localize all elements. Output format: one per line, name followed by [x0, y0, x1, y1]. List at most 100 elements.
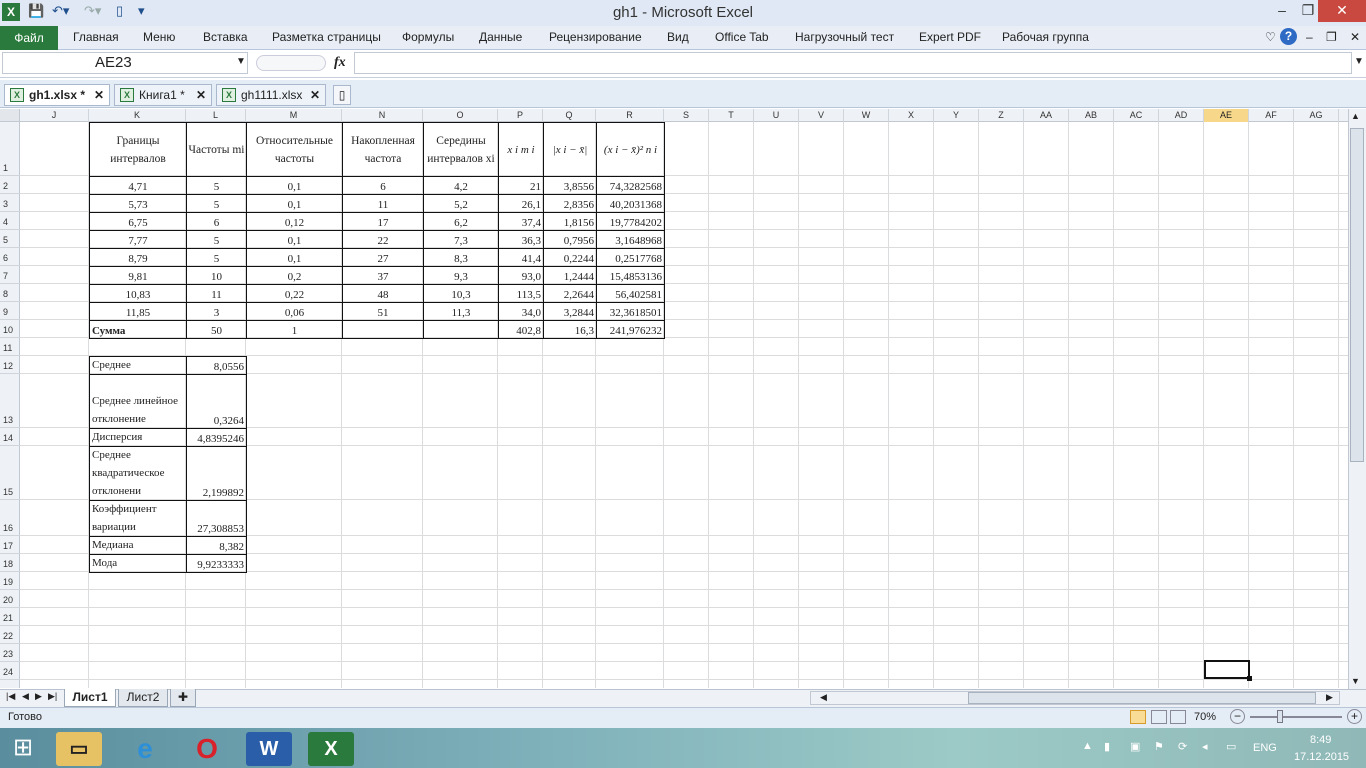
table-cell[interactable]: 51: [342, 302, 424, 321]
table-header-cell[interactable]: Накопленная частота: [342, 122, 424, 177]
page-layout-view-icon[interactable]: [1151, 710, 1167, 724]
sheet-nav-first-icon[interactable]: |◀: [6, 691, 15, 702]
stat-value-cell[interactable]: 9,9233333: [186, 554, 247, 573]
table-cell[interactable]: 21: [498, 176, 544, 195]
row-header[interactable]: 21: [0, 608, 20, 626]
stat-value-cell[interactable]: 0,3264: [186, 374, 247, 429]
row-header[interactable]: 5: [0, 230, 20, 248]
column-header[interactable]: M: [246, 109, 342, 122]
tab-data[interactable]: Данные: [479, 30, 522, 44]
column-header[interactable]: L: [186, 109, 246, 122]
stat-value-cell[interactable]: 8,382: [186, 536, 247, 555]
table-cell[interactable]: 0,2244: [543, 248, 597, 267]
scroll-up-icon[interactable]: ▲: [1351, 111, 1360, 121]
tab-review[interactable]: Рецензирование: [549, 30, 642, 44]
normal-view-icon[interactable]: [1130, 710, 1146, 724]
total-cell[interactable]: 16,3: [543, 320, 597, 339]
column-header[interactable]: P: [498, 109, 543, 122]
table-cell[interactable]: 10,83: [89, 284, 187, 303]
clock-time[interactable]: 8:49: [1310, 734, 1331, 746]
table-cell[interactable]: 4,2: [423, 176, 499, 195]
column-header[interactable]: AC: [1114, 109, 1159, 122]
ribbon-collapse-icon[interactable]: ♡: [1265, 30, 1276, 44]
formula-input[interactable]: [354, 52, 1352, 74]
table-cell[interactable]: 5,73: [89, 194, 187, 213]
table-cell[interactable]: 3: [186, 302, 247, 321]
new-file-icon[interactable]: ▯: [116, 3, 123, 23]
column-header[interactable]: J: [20, 109, 89, 122]
table-cell[interactable]: 74,3282568: [596, 176, 665, 195]
row-header[interactable]: 10: [0, 320, 20, 338]
network-icon[interactable]: ▣: [1130, 740, 1140, 753]
row-header[interactable]: 15: [0, 446, 20, 500]
table-cell[interactable]: 27: [342, 248, 424, 267]
total-cell[interactable]: 241,976232: [596, 320, 665, 339]
column-header[interactable]: AB: [1069, 109, 1114, 122]
page-break-view-icon[interactable]: [1170, 710, 1186, 724]
tab-view[interactable]: Вид: [667, 30, 689, 44]
redo-icon[interactable]: ↷▾: [84, 3, 101, 23]
table-cell[interactable]: 2,8356: [543, 194, 597, 213]
table-cell[interactable]: 41,4: [498, 248, 544, 267]
tab-page-layout[interactable]: Разметка страницы: [272, 30, 381, 44]
doc-tab-kniga1[interactable]: X Книга1 * ✕: [114, 84, 212, 106]
tab-expert-pdf[interactable]: Expert PDF: [919, 30, 981, 44]
undo-icon[interactable]: ↶▾: [52, 3, 69, 23]
scroll-down-icon[interactable]: ▼: [1351, 676, 1360, 686]
column-header[interactable]: Z: [979, 109, 1024, 122]
doc-tab-gh1[interactable]: X gh1.xlsx * ✕: [4, 84, 110, 106]
column-header[interactable]: U: [754, 109, 799, 122]
flag-icon[interactable]: ⚑: [1154, 740, 1164, 753]
row-header[interactable]: 1: [0, 122, 20, 176]
table-cell[interactable]: 26,1: [498, 194, 544, 213]
row-header[interactable]: 11: [0, 338, 20, 356]
table-cell[interactable]: 10: [186, 266, 247, 285]
fill-handle[interactable]: [1247, 676, 1252, 681]
tab-load-test[interactable]: Нагрузочный тест: [795, 30, 894, 44]
close-tab-icon[interactable]: ✕: [310, 85, 320, 105]
table-cell[interactable]: 0,1: [246, 248, 343, 267]
stat-label-cell[interactable]: Коэффициент вариации: [89, 500, 187, 537]
table-cell[interactable]: 36,3: [498, 230, 544, 249]
formula-expand-icon[interactable]: ▼: [1354, 56, 1364, 67]
table-cell[interactable]: 22: [342, 230, 424, 249]
tab-formulas[interactable]: Формулы: [402, 30, 454, 44]
excel-icon[interactable]: X: [2, 3, 20, 21]
table-cell[interactable]: 113,5: [498, 284, 544, 303]
table-cell[interactable]: 0,2517768: [596, 248, 665, 267]
table-cell[interactable]: 40,2031368: [596, 194, 665, 213]
row-header[interactable]: 3: [0, 194, 20, 212]
column-header[interactable]: AA: [1024, 109, 1069, 122]
stat-label-cell[interactable]: Дисперсия: [89, 428, 187, 447]
stat-label-cell[interactable]: Среднее квадратическое отклонени: [89, 446, 187, 501]
table-cell[interactable]: 32,3618501: [596, 302, 665, 321]
table-cell[interactable]: 1,2444: [543, 266, 597, 285]
table-cell[interactable]: 0,1: [246, 230, 343, 249]
fx-icon[interactable]: fx: [334, 55, 346, 71]
file-explorer-icon[interactable]: ▭: [56, 732, 102, 766]
new-tab-icon[interactable]: ▯: [333, 85, 351, 105]
total-cell[interactable]: 50: [186, 320, 247, 339]
table-cell[interactable]: 2,2644: [543, 284, 597, 303]
table-cell[interactable]: 0,1: [246, 194, 343, 213]
table-cell[interactable]: 6,2: [423, 212, 499, 231]
zoom-slider-thumb[interactable]: [1277, 710, 1283, 723]
stat-label-cell[interactable]: Среднее линейное отклонение: [89, 374, 187, 429]
table-cell[interactable]: 6: [342, 176, 424, 195]
name-box-dropdown-icon[interactable]: ▼: [236, 56, 246, 67]
table-cell[interactable]: 0,06: [246, 302, 343, 321]
sheet-tab-list2[interactable]: Лист2: [118, 689, 168, 707]
table-cell[interactable]: 5,2: [423, 194, 499, 213]
workbook-minimize-icon[interactable]: –: [1306, 30, 1313, 44]
table-cell[interactable]: 8,79: [89, 248, 187, 267]
row-header[interactable]: 22: [0, 626, 20, 644]
table-cell[interactable]: 10,3: [423, 284, 499, 303]
table-cell[interactable]: 9,81: [89, 266, 187, 285]
table-cell[interactable]: 11,85: [89, 302, 187, 321]
column-header[interactable]: AD: [1159, 109, 1204, 122]
stat-value-cell[interactable]: 27,308853: [186, 500, 247, 537]
total-cell[interactable]: 1: [246, 320, 343, 339]
stat-label-cell[interactable]: Медиана: [89, 536, 187, 555]
column-header[interactable]: X: [889, 109, 934, 122]
table-cell[interactable]: 0,1: [246, 176, 343, 195]
